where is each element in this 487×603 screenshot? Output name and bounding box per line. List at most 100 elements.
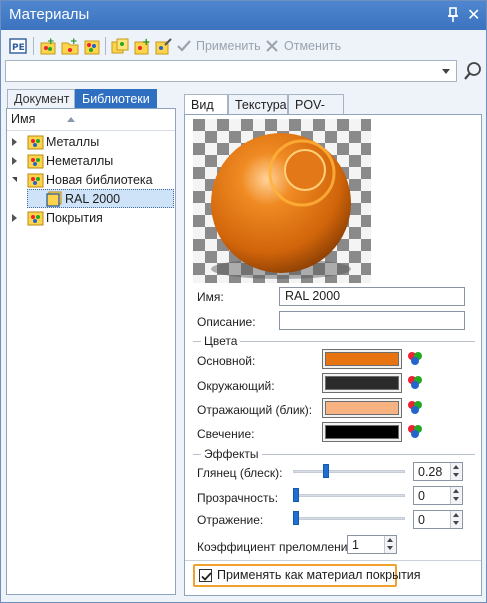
gloss-spinbox[interactable]: 0.28: [413, 462, 463, 481]
palette-icon[interactable]: [405, 349, 425, 369]
tree-item-metals[interactable]: Металлы: [7, 133, 175, 152]
tree-item-label: Покрытия: [46, 211, 103, 225]
apply-as-coating-option[interactable]: Применять как материал покрытия: [193, 564, 421, 587]
color-label-main: Основной:: [197, 354, 256, 368]
color-label-emission: Свечение:: [197, 427, 255, 441]
cancel-icon: [263, 37, 281, 55]
svg-text:PE: PE: [12, 43, 25, 53]
close-icon[interactable]: ✕: [467, 5, 480, 25]
reflection-slider[interactable]: [293, 510, 405, 526]
library-folder-icon: [27, 153, 44, 169]
emission-color-swatch[interactable]: [322, 422, 402, 442]
edit-material-icon: [155, 37, 173, 55]
new-folder-button[interactable]: +: [61, 35, 79, 57]
reflection-spinbox[interactable]: 0: [413, 510, 463, 529]
transparency-slider[interactable]: [293, 487, 405, 503]
svg-text:+: +: [70, 37, 78, 47]
material-preview: [193, 119, 371, 283]
spin-up-icon[interactable]: [453, 513, 459, 517]
checkmark-icon: [201, 572, 212, 581]
add-material-icon: +: [39, 37, 57, 55]
cancel-button[interactable]: Отменить: [263, 35, 341, 57]
library-folder-icon: [27, 210, 44, 226]
library-folder-icon: [27, 172, 44, 188]
name-field[interactable]: RAL 2000: [279, 287, 465, 306]
new-material-button[interactable]: +: [39, 35, 57, 57]
tree-item-nonmetals[interactable]: Неметаллы: [7, 152, 175, 171]
spin-down-icon[interactable]: [387, 546, 393, 550]
tree-item-label: Новая библиотека: [46, 173, 153, 187]
column-header-label: Имя: [11, 112, 36, 126]
library-folder-icon: [27, 134, 44, 150]
tab-texture[interactable]: Текстура: [228, 94, 288, 115]
apply-as-coating-label: Применять как материал покрытия: [217, 568, 421, 582]
name-label: Имя:: [197, 290, 224, 304]
search-input[interactable]: [5, 60, 457, 82]
spin-up-icon[interactable]: [453, 489, 459, 493]
effect-label-reflection: Отражение:: [197, 513, 264, 527]
tab-document[interactable]: Документ: [7, 89, 75, 108]
description-label: Описание:: [197, 315, 256, 329]
toolbar: PE + + + Применить Отменить: [3, 33, 484, 59]
effects-group: Эффекты: [193, 447, 475, 461]
collapse-icon[interactable]: [12, 177, 17, 182]
spin-up-icon[interactable]: [387, 538, 393, 542]
spin-down-icon[interactable]: [453, 497, 459, 501]
expand-icon[interactable]: [12, 157, 17, 165]
main-color-swatch[interactable]: [322, 349, 402, 369]
sort-ascending-icon: [67, 117, 75, 122]
properties-button[interactable]: PE: [9, 35, 27, 57]
spin-up-icon[interactable]: [453, 465, 459, 469]
expand-icon[interactable]: [12, 138, 17, 146]
tab-povray[interactable]: POV-Ray: [288, 94, 344, 126]
effect-label-gloss: Глянец (блеск):: [197, 466, 283, 480]
color-label-ambient: Окружающий:: [197, 379, 275, 393]
cancel-label: Отменить: [284, 39, 342, 53]
refraction-label: Коэффициент преломления:: [197, 540, 358, 554]
materials-window: Материалы ✕ PE + + + Применить Отменить …: [0, 0, 487, 603]
spin-down-icon[interactable]: [453, 473, 459, 477]
spin-down-icon[interactable]: [453, 521, 459, 525]
column-header-name[interactable]: Имя: [7, 109, 175, 131]
properties-icon: PE: [9, 37, 27, 55]
add-copy-button[interactable]: +: [133, 35, 151, 57]
apply-label: Применить: [196, 39, 261, 53]
add-copy-icon: +: [133, 37, 151, 55]
add-folder-icon: +: [61, 37, 79, 55]
checkmark-icon: [175, 37, 193, 55]
ambient-color-swatch[interactable]: [322, 373, 402, 393]
effect-label-transparency: Прозрачность:: [197, 491, 279, 505]
dropdown-arrow-icon[interactable]: [442, 69, 450, 74]
palette-icon[interactable]: [405, 373, 425, 393]
palette-icon[interactable]: [405, 422, 425, 442]
window-title: Материалы: [9, 6, 90, 23]
tree-item-ral-2000[interactable]: RAL 2000: [27, 189, 174, 208]
svg-text:+: +: [142, 37, 150, 48]
transparency-spinbox[interactable]: 0: [413, 486, 463, 505]
copy-icon: [111, 37, 129, 55]
material-properties-panel: Имя: RAL 2000 Описание: Цвета Основной: …: [184, 114, 482, 596]
copy-button[interactable]: [111, 35, 129, 57]
tree-item-label: Неметаллы: [46, 154, 114, 168]
refraction-spinbox[interactable]: 1: [347, 535, 397, 554]
pin-icon[interactable]: [446, 7, 460, 23]
palette-icon[interactable]: [405, 398, 425, 418]
tree-item-coatings[interactable]: Покрытия: [7, 209, 175, 228]
colors-group-title: Цвета: [201, 334, 241, 348]
expand-icon[interactable]: [12, 214, 17, 222]
specular-color-swatch[interactable]: [322, 398, 402, 418]
tab-view[interactable]: Вид: [184, 94, 228, 116]
tree-item-label: RAL 2000: [65, 192, 121, 206]
color-label-specular: Отражающий (блик):: [197, 403, 313, 417]
edit-material-button[interactable]: [155, 35, 173, 57]
library-button[interactable]: [83, 35, 101, 57]
tree-item-label: Металлы: [46, 135, 100, 149]
material-icon: [46, 191, 63, 207]
apply-as-coating-checkbox[interactable]: [199, 569, 212, 582]
tab-libraries[interactable]: Библиотеки: [75, 89, 157, 108]
gloss-slider[interactable]: [293, 463, 405, 479]
apply-button[interactable]: Применить: [175, 35, 261, 57]
description-field[interactable]: [279, 311, 465, 330]
search-button[interactable]: [461, 60, 485, 82]
tree-item-new-library[interactable]: Новая библиотека: [7, 171, 175, 190]
